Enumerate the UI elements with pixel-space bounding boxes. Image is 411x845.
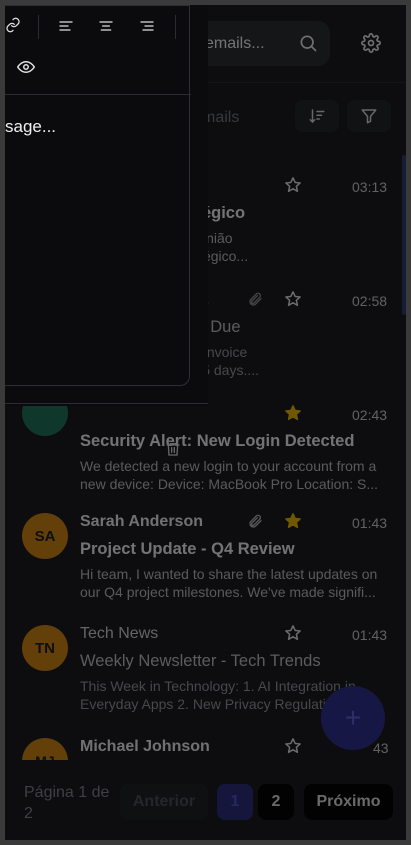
toolbar-separator: [5, 94, 191, 95]
eye-icon[interactable]: [17, 58, 35, 76]
compose-footer-divider: [5, 403, 208, 404]
toolbar-divider: [38, 15, 39, 39]
compose-panel: sage...: [5, 5, 208, 406]
email-app: emails... mails 03:13 ejamento estratégi…: [5, 5, 406, 840]
align-right-icon[interactable]: [139, 18, 155, 34]
message-placeholder: sage...: [5, 117, 57, 136]
align-left-icon[interactable]: [58, 18, 74, 34]
link-icon[interactable]: [5, 17, 21, 33]
formatting-toolbar: [5, 5, 208, 95]
align-center-icon[interactable]: [98, 18, 114, 34]
toolbar-divider: [175, 15, 176, 39]
